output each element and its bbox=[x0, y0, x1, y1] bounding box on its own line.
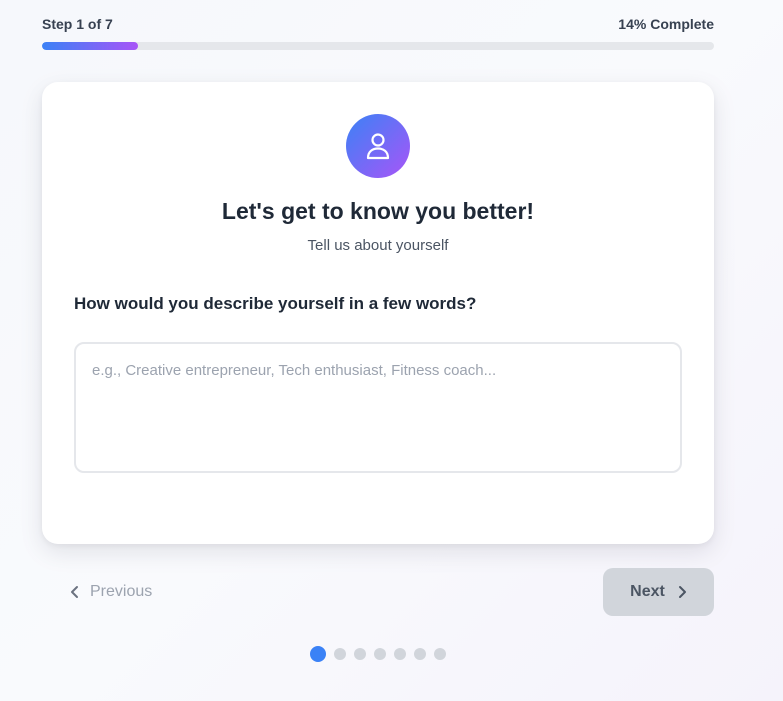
progress-bar-fill bbox=[42, 42, 139, 50]
chevron-left-icon bbox=[70, 585, 80, 599]
card-subtitle: Tell us about yourself bbox=[307, 237, 449, 254]
description-input[interactable] bbox=[74, 342, 682, 473]
question-card: Let's get to know you better! Tell us ab… bbox=[42, 82, 714, 544]
step-dot bbox=[334, 648, 346, 660]
step-dots bbox=[310, 646, 446, 662]
card-title: Let's get to know you better! bbox=[221, 198, 535, 224]
user-icon bbox=[346, 114, 410, 178]
step-dot bbox=[354, 648, 366, 660]
previous-button[interactable]: Previous bbox=[60, 568, 162, 616]
question-label: How would you describe yourself in a few… bbox=[74, 294, 477, 313]
next-label: Next bbox=[630, 583, 665, 600]
step-dot bbox=[310, 646, 326, 662]
step-dot bbox=[434, 648, 446, 660]
chevron-right-icon bbox=[677, 585, 687, 599]
progress-bar bbox=[42, 42, 714, 50]
completion-percent: 14% Complete bbox=[618, 16, 714, 32]
step-dot bbox=[394, 648, 406, 660]
previous-label: Previous bbox=[90, 583, 153, 600]
step-dot bbox=[414, 648, 426, 660]
step-indicator: Step 1 of 7 bbox=[42, 16, 113, 32]
step-dot bbox=[374, 648, 386, 660]
next-button[interactable]: Next bbox=[603, 568, 714, 616]
progress-labels: Step 1 of 7 14% Complete bbox=[42, 14, 714, 34]
progress-header: Step 1 of 7 14% Complete bbox=[42, 14, 714, 50]
